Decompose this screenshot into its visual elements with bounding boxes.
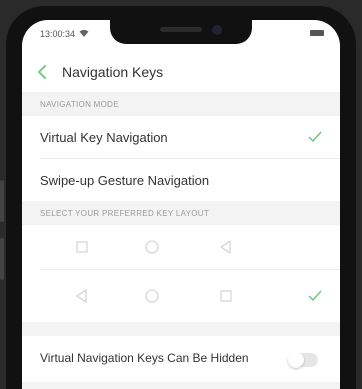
speaker-grille (160, 27, 202, 32)
option-swipe-up-gesture-navigation[interactable]: Swipe-up Gesture Navigation (22, 159, 340, 201)
hide-keys-row[interactable]: Virtual Navigation Keys Can Be Hidden (22, 336, 340, 382)
hide-keys-label: Virtual Navigation Keys Can Be Hidden (40, 351, 249, 365)
camera-notch (110, 20, 252, 44)
option-label: Virtual Key Navigation (40, 130, 168, 145)
square-icon (220, 290, 232, 302)
battery-icon (310, 30, 324, 36)
hide-keys-toggle[interactable] (288, 352, 318, 368)
check-icon (308, 290, 322, 302)
square-icon (76, 241, 88, 253)
back-arrow-icon[interactable] (36, 64, 48, 80)
option-label: Swipe-up Gesture Navigation (40, 173, 210, 188)
front-camera (212, 25, 222, 35)
section-label: NAVIGATION MODE (40, 100, 119, 109)
option-virtual-key-navigation[interactable]: Virtual Key Navigation (22, 116, 340, 158)
header: Navigation Keys (22, 54, 340, 90)
power-button (0, 238, 4, 280)
section-navigation-mode: NAVIGATION MODE (22, 92, 340, 116)
wifi-icon (79, 29, 89, 37)
section-key-layout: SELECT YOUR PREFERRED KEY LAYOUT (22, 201, 340, 225)
circle-icon (145, 289, 159, 303)
circle-icon (145, 240, 159, 254)
phone-frame: 13:00:34 Navigation Keys NAVIGATION MODE… (0, 0, 362, 389)
key-layout-option-2[interactable] (22, 270, 340, 322)
triangle-left-icon (220, 240, 231, 254)
triangle-left-icon (76, 289, 87, 303)
check-icon (308, 131, 322, 143)
section-spacer (22, 322, 340, 336)
section-bottom (22, 382, 340, 389)
screen: 13:00:34 Navigation Keys NAVIGATION MODE… (22, 20, 340, 389)
volume-button (0, 180, 4, 222)
status-time: 13:00:34 (40, 29, 76, 39)
toggle-knob (288, 352, 304, 368)
page-title: Navigation Keys (62, 64, 164, 80)
section-label: SELECT YOUR PREFERRED KEY LAYOUT (40, 209, 210, 218)
key-layout-option-1[interactable] (22, 225, 340, 269)
